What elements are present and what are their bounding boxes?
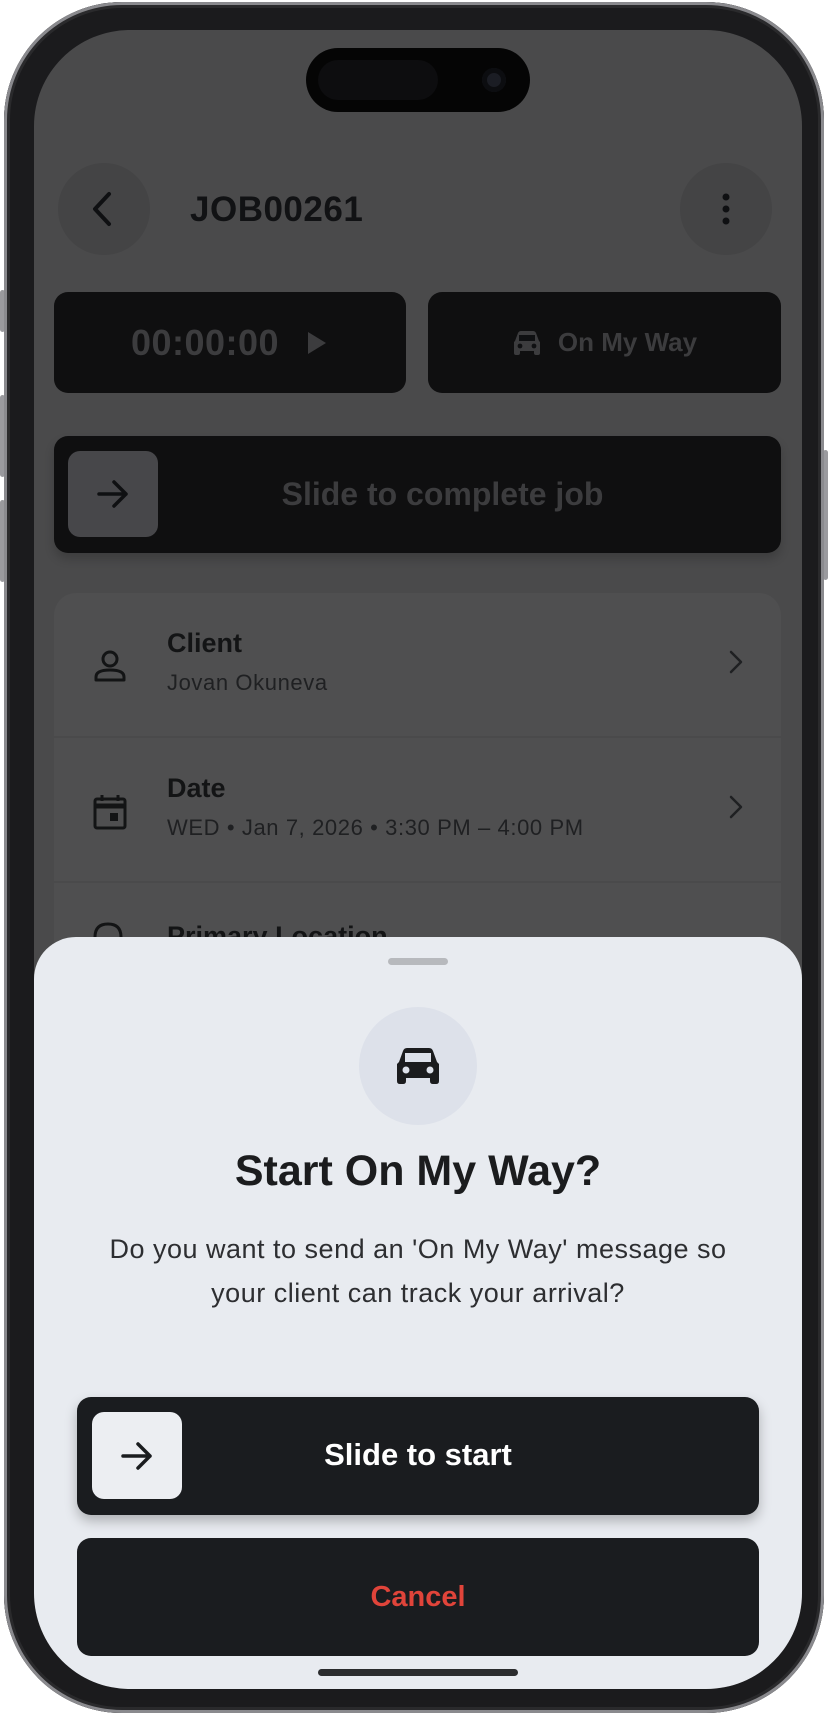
sheet-drag-handle[interactable] xyxy=(388,958,448,965)
page-title: JOB00261 xyxy=(190,190,364,229)
phone-frame: JOB00261 00:00:00 On My Way Slide to com… xyxy=(4,2,824,1713)
person-icon xyxy=(94,650,126,682)
dynamic-island xyxy=(306,48,530,112)
play-icon xyxy=(308,331,327,354)
client-name: Jovan Okuneva xyxy=(167,670,328,695)
on-my-way-sheet: Start On My Way? Do you want to send an … xyxy=(34,937,802,1689)
timer-value: 00:00:00 xyxy=(130,321,280,363)
date-title: Date xyxy=(167,773,226,803)
slide-to-start-slider[interactable]: Slide to start xyxy=(77,1397,759,1515)
home-indicator[interactable] xyxy=(318,1669,518,1676)
phone-screen: JOB00261 00:00:00 On My Way Slide to com… xyxy=(34,30,802,1689)
date-value: WED • Jan 7, 2026 • 3:30 PM – 4:00 PM xyxy=(167,815,584,840)
sheet-title: Start On My Way? xyxy=(234,1147,602,1195)
client-title: Client xyxy=(167,628,243,658)
slide-to-start-label: Slide to start xyxy=(324,1437,512,1472)
car-icon xyxy=(513,330,540,355)
timer-button[interactable]: 00:00:00 xyxy=(54,292,406,393)
calendar-icon xyxy=(93,795,127,830)
sheet-icon-circle xyxy=(359,1007,477,1125)
more-options-button[interactable] xyxy=(680,163,772,255)
cancel-label: Cancel xyxy=(370,1580,466,1613)
on-my-way-button[interactable]: On My Way xyxy=(428,292,781,393)
on-my-way-label: On My Way xyxy=(557,327,698,357)
chevron-right-icon xyxy=(729,795,743,819)
car-icon xyxy=(397,1048,439,1084)
back-button[interactable] xyxy=(58,163,150,255)
date-row[interactable]: Date WED • Jan 7, 2026 • 3:30 PM – 4:00 … xyxy=(54,738,781,881)
sensor-pill xyxy=(318,60,438,100)
client-row[interactable]: Client Jovan Okuneva xyxy=(54,593,781,736)
cancel-button[interactable]: Cancel xyxy=(77,1538,759,1656)
front-camera xyxy=(482,68,506,92)
more-vertical-icon xyxy=(722,193,730,225)
complete-job-slider[interactable]: Slide to complete job xyxy=(54,436,781,553)
complete-slider-label: Slide to complete job xyxy=(281,476,604,512)
chevron-right-icon xyxy=(729,650,743,674)
sheet-message: Do you want to send an 'On My Way' messa… xyxy=(109,1234,727,1308)
chevron-left-icon xyxy=(93,192,111,226)
